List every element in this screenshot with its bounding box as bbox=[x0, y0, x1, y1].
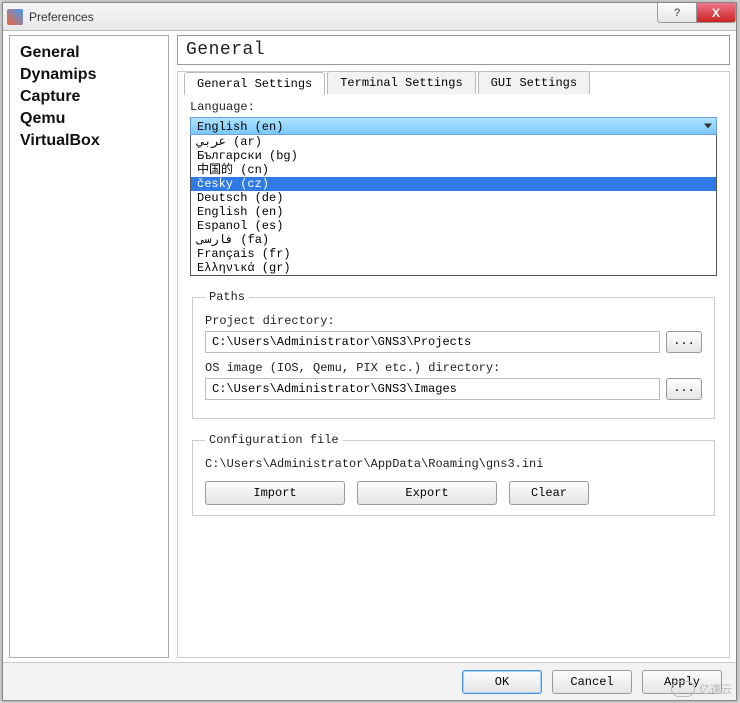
sidebar-item-capture[interactable]: Capture bbox=[20, 86, 158, 108]
sidebar-item-qemu[interactable]: Qemu bbox=[20, 108, 158, 130]
language-option-cn[interactable]: 中国的 (cn) bbox=[191, 163, 716, 177]
language-option-es[interactable]: Espanol (es) bbox=[191, 219, 716, 233]
image-dir-browse-button[interactable]: ... bbox=[666, 378, 702, 400]
export-button[interactable]: Export bbox=[357, 481, 497, 505]
dialog-footer: OK Cancel Apply bbox=[3, 662, 736, 700]
image-dir-input[interactable] bbox=[205, 378, 660, 400]
language-option-cz[interactable]: česky (cz) bbox=[191, 177, 716, 191]
clear-button[interactable]: Clear bbox=[509, 481, 589, 505]
config-file-group: Configuration file C:\Users\Administrato… bbox=[192, 433, 715, 516]
language-selected-text: English (en) bbox=[197, 120, 283, 134]
tab-container: General Settings Terminal Settings GUI S… bbox=[177, 71, 730, 658]
paths-legend: Paths bbox=[205, 290, 249, 304]
language-option-fa[interactable]: فارسی (fa) bbox=[191, 233, 716, 247]
language-select[interactable]: English (en) عربي (ar) Български (bg) 中国… bbox=[190, 117, 717, 276]
project-dir-input[interactable] bbox=[205, 331, 660, 353]
cancel-button[interactable]: Cancel bbox=[552, 670, 632, 694]
close-button[interactable]: X bbox=[696, 3, 736, 23]
window-controls: ? X bbox=[658, 3, 736, 23]
tabs: General Settings Terminal Settings GUI S… bbox=[184, 71, 592, 94]
project-dir-label: Project directory: bbox=[205, 314, 702, 328]
language-option-fr[interactable]: Français (fr) bbox=[191, 247, 716, 261]
image-dir-label: OS image (IOS, Qemu, PIX etc.) directory… bbox=[205, 361, 702, 375]
sidebar-item-virtualbox[interactable]: VirtualBox bbox=[20, 130, 158, 152]
language-option-gr[interactable]: Ελληνικά (gr) bbox=[191, 261, 716, 275]
language-option-de[interactable]: Deutsch (de) bbox=[191, 191, 716, 205]
language-dropdown[interactable]: عربي (ar) Български (bg) 中国的 (cn) česky … bbox=[190, 135, 717, 276]
chevron-down-icon bbox=[704, 124, 712, 129]
language-selected-value[interactable]: English (en) bbox=[190, 117, 717, 135]
tab-terminal-settings[interactable]: Terminal Settings bbox=[327, 71, 475, 94]
app-icon bbox=[7, 9, 23, 25]
sidebar: General Dynamips Capture Qemu VirtualBox bbox=[9, 35, 169, 658]
language-option-bg[interactable]: Български (bg) bbox=[191, 149, 716, 163]
language-label: Language: bbox=[190, 100, 717, 114]
main-pane: General General Settings Terminal Settin… bbox=[177, 35, 730, 658]
sidebar-item-dynamips[interactable]: Dynamips bbox=[20, 64, 158, 86]
config-file-path: C:\Users\Administrator\AppData\Roaming\g… bbox=[205, 457, 702, 471]
tab-gui-settings[interactable]: GUI Settings bbox=[478, 71, 590, 94]
ok-button[interactable]: OK bbox=[462, 670, 542, 694]
apply-button[interactable]: Apply bbox=[642, 670, 722, 694]
client-area: General Dynamips Capture Qemu VirtualBox… bbox=[9, 35, 730, 658]
page-title: General bbox=[177, 35, 730, 65]
sidebar-item-general[interactable]: General bbox=[20, 42, 158, 64]
project-dir-browse-button[interactable]: ... bbox=[666, 331, 702, 353]
preferences-window: Preferences ? X General Dynamips Capture… bbox=[2, 2, 737, 701]
import-button[interactable]: Import bbox=[205, 481, 345, 505]
help-button[interactable]: ? bbox=[657, 3, 697, 23]
language-option-en[interactable]: English (en) bbox=[191, 205, 716, 219]
paths-group: Paths Project directory: ... OS image (I… bbox=[192, 290, 715, 419]
config-file-legend: Configuration file bbox=[205, 433, 343, 447]
titlebar: Preferences ? X bbox=[3, 3, 736, 31]
window-title: Preferences bbox=[29, 10, 94, 24]
tab-general-settings[interactable]: General Settings bbox=[184, 72, 325, 95]
language-option-ar[interactable]: عربي (ar) bbox=[191, 135, 716, 149]
